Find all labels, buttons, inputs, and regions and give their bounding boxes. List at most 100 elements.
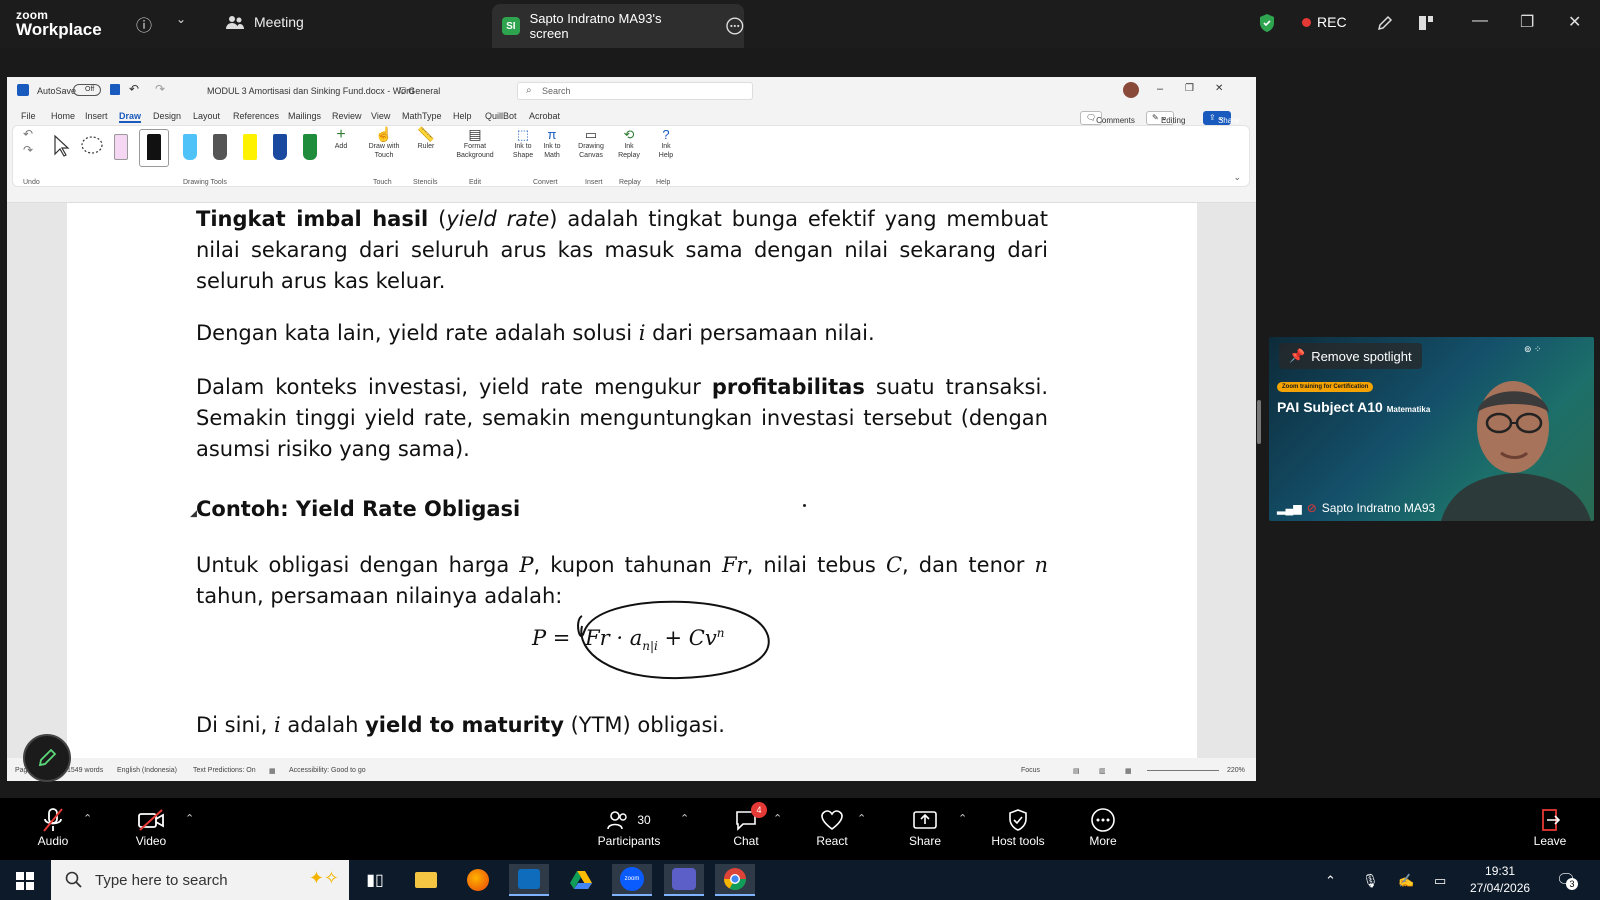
tray-overflow-icon[interactable]: ⌃ [1325,873,1336,889]
taskbar-clock[interactable]: 19:31 27/04/2026 [1470,863,1530,897]
file-explorer-icon[interactable] [406,864,446,896]
share-doc-button[interactable]: ⇪ Share ⌄ [1203,111,1239,125]
black-pen-selected[interactable] [139,129,169,167]
windows-start-icon[interactable] [16,872,34,890]
ruler-button[interactable]: 📏 Ruler [413,127,439,151]
zoom-app-icon[interactable]: zoom [612,864,652,896]
comments-button[interactable]: 🗨 Comments [1080,111,1135,125]
meeting-tab[interactable]: Meeting [226,14,304,30]
account-avatar[interactable] [1123,82,1139,98]
participants-caret-icon[interactable]: ⌃ [680,812,689,825]
status-language[interactable]: English (Indonesia) [117,767,177,774]
remote-control-icon[interactable] [1417,13,1435,33]
zoom-slider[interactable] [1147,770,1219,771]
gray-pen-icon[interactable] [213,134,227,160]
draw-with-touch-button[interactable]: ☝ Draw with Touch [364,127,404,160]
chrome-icon[interactable] [715,864,755,896]
sensitivity-label[interactable]: ⛉ General [399,86,440,97]
menu-file[interactable]: File [21,111,36,121]
tray-pen-icon[interactable]: ✍ [1398,873,1414,889]
web-layout-icon[interactable]: ▦ [1125,767,1132,775]
word-search-box[interactable]: ⌕ Search [517,82,753,100]
participants-button[interactable]: 30 Participants [586,806,672,848]
lasso-select-icon[interactable] [79,134,105,160]
menu-quillbot[interactable]: QuillBot [485,111,517,121]
yellow-highlighter-icon[interactable] [243,134,257,160]
menu-layout[interactable]: Layout [193,111,220,121]
info-icon[interactable]: ⓘ [136,12,152,36]
autosave-toggle[interactable]: Off [73,84,101,96]
status-zoom-level[interactable]: 220% [1227,767,1245,774]
ribbon-redo-icon[interactable]: ↷ [23,144,33,156]
menu-references[interactable]: References [233,111,279,121]
shared-screen-tab[interactable]: SI Sapto Indratno MA93's screen [492,4,744,48]
menu-mailings[interactable]: Mailings [288,111,321,121]
tray-display-icon[interactable]: ▭ [1434,873,1446,889]
more-options-icon[interactable] [726,17,744,35]
save-icon[interactable] [110,84,120,95]
minimize-icon[interactable]: — [1472,12,1488,30]
horizontal-ruler[interactable] [7,191,1256,203]
menu-design[interactable]: Design [153,111,181,121]
close-icon[interactable]: ✕ [1568,12,1581,32]
teams-icon[interactable] [664,864,704,896]
drawing-canvas-button[interactable]: ▭ Drawing Canvas [575,128,607,160]
ink-to-math-button[interactable]: π Ink to Math [539,128,565,160]
task-view-icon[interactable]: ▮▯ [355,864,395,896]
video-options-caret-icon[interactable]: ⌃ [185,812,194,825]
word-restore-icon[interactable]: ❐ [1185,83,1194,94]
ink-replay-button[interactable]: ⟲ Ink Replay [615,128,643,160]
share-screen-button[interactable]: Share [882,806,968,848]
restore-icon[interactable]: ❐ [1520,12,1534,32]
add-pen-button[interactable]: + Add [328,127,354,151]
green-pen-icon[interactable] [303,134,317,160]
blue-pen-icon[interactable] [273,134,287,160]
spotlight-video-tile[interactable]: 📌 Remove spotlight ⊚ ⁘ Zoom training for… [1269,337,1594,521]
chevron-down-icon[interactable]: ⌄ [176,12,186,26]
taskbar-search-box[interactable]: Type here to search ✦✧ [51,860,349,900]
select-arrow-icon[interactable] [51,134,71,158]
recording-indicator[interactable]: REC [1302,14,1347,30]
annotate-pencil-icon[interactable] [1376,14,1394,32]
tray-mic-icon[interactable]: 🎙 [1362,873,1379,889]
notifications-button[interactable]: 🗨 3 [1556,870,1578,890]
menu-review[interactable]: Review [332,111,362,121]
menu-help[interactable]: Help [453,111,472,121]
format-background-button[interactable]: ▤ Format Background [453,127,497,160]
menu-acrobat[interactable]: Acrobat [529,111,560,121]
editing-mode-button[interactable]: ✎ Editing ⌄ [1146,111,1185,125]
google-drive-icon[interactable] [561,864,601,896]
track-changes-icon[interactable]: ▦ [269,767,276,775]
menu-view[interactable]: View [371,111,390,121]
outlook-icon[interactable] [509,864,549,896]
menu-draw[interactable]: Draw [119,111,142,123]
status-accessibility[interactable]: Accessibility: Good to go [289,767,366,774]
menu-insert[interactable]: Insert [85,111,108,121]
read-mode-icon[interactable]: ▤ [1073,767,1080,775]
more-button[interactable]: More [1060,806,1146,848]
menu-home[interactable]: Home [51,111,75,121]
ink-help-button[interactable]: ? Ink Help [653,128,679,160]
word-minimize-icon[interactable]: – [1157,83,1163,95]
ink-to-shape-button[interactable]: ⬚ Ink to Shape [510,128,536,160]
word-close-icon[interactable]: ✕ [1215,83,1223,94]
status-word-count[interactable]: 1549 words [67,767,103,774]
ribbon-undo-icon[interactable]: ↶ [23,128,33,140]
audio-options-caret-icon[interactable]: ⌃ [83,812,92,825]
undo-icon[interactable]: ↶ [129,82,139,96]
status-focus[interactable]: Focus [1021,767,1040,774]
leave-button[interactable]: Leave [1507,806,1593,848]
split-drag-handle[interactable] [1257,400,1261,444]
annotation-pencil-button[interactable] [23,734,71,782]
remove-spotlight-button[interactable]: 📌 Remove spotlight [1279,343,1422,369]
react-caret-icon[interactable]: ⌃ [857,812,866,825]
ribbon-collapse-icon[interactable]: ⌄ [1233,172,1241,183]
firefox-icon[interactable] [458,864,498,896]
redo-icon[interactable]: ↷ [155,82,165,96]
status-text-predictions[interactable]: Text Predictions: On [193,767,256,774]
menu-mathtype[interactable]: MathType [402,111,442,121]
video-button[interactable]: Video [108,806,194,848]
eraser-icon[interactable] [114,134,128,160]
share-caret-icon[interactable]: ⌃ [958,812,967,825]
host-tools-button[interactable]: Host tools [975,806,1061,848]
